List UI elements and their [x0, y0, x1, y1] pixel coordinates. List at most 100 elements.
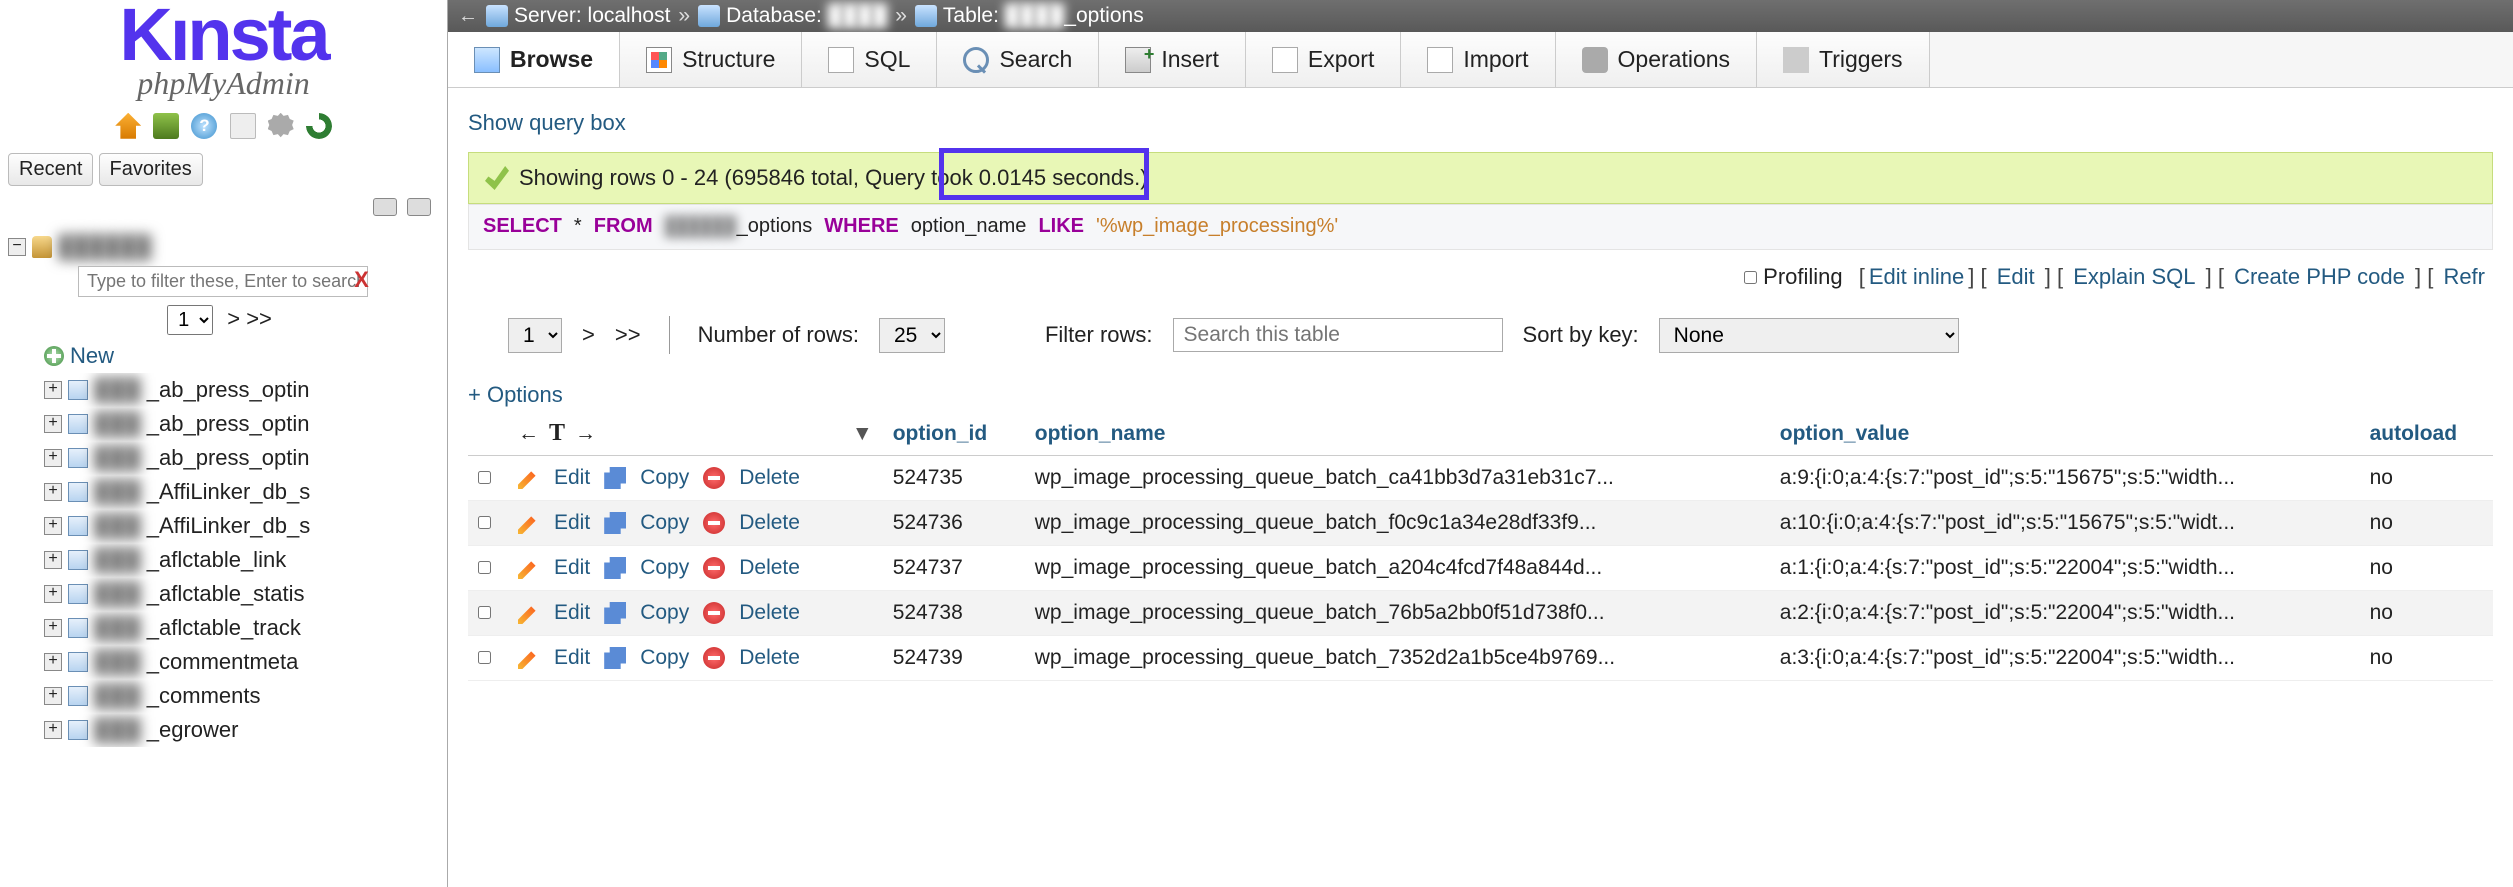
tab-export[interactable]: Export	[1246, 32, 1401, 87]
table-node[interactable]: +███_comments	[44, 679, 439, 713]
table-name[interactable]: _ab_press_optin	[147, 445, 310, 471]
back-arrow-icon[interactable]: ←	[458, 5, 478, 28]
logout-icon[interactable]	[153, 113, 179, 139]
tree-page-select[interactable]: 1	[167, 305, 213, 335]
copy-row-link[interactable]: Copy	[640, 601, 689, 625]
copy-row-link[interactable]: Copy	[640, 556, 689, 580]
tab-import[interactable]: Import	[1401, 32, 1555, 87]
expand-icon[interactable]: +	[44, 721, 62, 739]
expand-icon[interactable]: +	[44, 687, 62, 705]
table-name[interactable]: _aflctable_track	[147, 615, 301, 641]
col-option-name[interactable]: option_name	[1025, 412, 1770, 456]
edit-row-link[interactable]: Edit	[554, 466, 590, 490]
row-checkbox[interactable]	[478, 651, 491, 664]
recent-tab[interactable]: Recent	[8, 153, 93, 186]
create-php-link[interactable]: Create PHP code	[2234, 264, 2405, 289]
edit-inline-link[interactable]: Edit inline	[1869, 264, 1964, 289]
table-node[interactable]: +███_aflctable_track	[44, 611, 439, 645]
edit-row-link[interactable]: Edit	[554, 511, 590, 535]
next-page-button[interactable]: >	[582, 322, 595, 348]
table-node[interactable]: +███_aflctable_link	[44, 543, 439, 577]
edit-row-link[interactable]: Edit	[554, 556, 590, 580]
filter-rows-input[interactable]	[1173, 318, 1503, 352]
minus-icon[interactable]: −	[8, 238, 26, 256]
table-node[interactable]: +███_aflctable_statis	[44, 577, 439, 611]
database-name[interactable]: ████	[828, 4, 888, 27]
delete-row-link[interactable]: Delete	[739, 466, 800, 490]
table-suffix[interactable]: _options	[1064, 4, 1143, 27]
tab-search[interactable]: Search	[937, 32, 1099, 87]
table-name[interactable]: _egrower	[147, 717, 239, 743]
link-icon[interactable]	[407, 198, 431, 216]
row-checkbox[interactable]	[478, 561, 491, 574]
docs-icon[interactable]	[191, 113, 217, 139]
expand-icon[interactable]: +	[44, 449, 62, 467]
table-node[interactable]: +███_commentmeta	[44, 645, 439, 679]
table-node[interactable]: +███_AffiLinker_db_s	[44, 509, 439, 543]
favorites-tab[interactable]: Favorites	[99, 153, 203, 186]
expand-icon[interactable]: +	[44, 653, 62, 671]
tab-sql[interactable]: SQL	[802, 32, 937, 87]
table-node[interactable]: +███_AffiLinker_db_s	[44, 475, 439, 509]
table-name[interactable]: _AffiLinker_db_s	[147, 479, 311, 505]
tab-structure[interactable]: Structure	[620, 32, 802, 87]
copy-row-link[interactable]: Copy	[640, 511, 689, 535]
row-checkbox[interactable]	[478, 606, 491, 619]
tab-insert[interactable]: Insert	[1099, 32, 1246, 87]
last-page-button[interactable]: >>	[615, 322, 641, 348]
table-name[interactable]: _ab_press_optin	[147, 411, 310, 437]
new-table-label[interactable]: New	[70, 343, 114, 369]
table-node[interactable]: +███_ab_press_optin	[44, 441, 439, 475]
row-checkbox[interactable]	[478, 471, 491, 484]
toggle-column-icon[interactable]	[549, 420, 565, 447]
sort-indicator-icon[interactable]: ▼	[852, 422, 873, 446]
table-name[interactable]: _comments	[147, 683, 261, 709]
table-name[interactable]: _aflctable_link	[147, 547, 286, 573]
expand-icon[interactable]: +	[44, 415, 62, 433]
numrows-select[interactable]: 25	[879, 318, 945, 353]
expand-icon[interactable]: +	[44, 619, 62, 637]
server-value[interactable]: localhost	[588, 4, 671, 27]
expand-icon[interactable]: +	[44, 517, 62, 535]
options-toggle-link[interactable]: + Options	[468, 382, 563, 408]
new-table-node[interactable]: New	[44, 339, 439, 373]
page-number-select[interactable]: 1	[508, 318, 562, 353]
sql-doc-icon[interactable]	[230, 113, 256, 139]
table-name[interactable]: _commentmeta	[147, 649, 299, 675]
col-autoload[interactable]: autoload	[2360, 412, 2493, 456]
delete-row-link[interactable]: Delete	[739, 511, 800, 535]
tree-filter-input[interactable]	[78, 266, 368, 297]
delete-row-link[interactable]: Delete	[739, 646, 800, 670]
row-checkbox[interactable]	[478, 516, 491, 529]
db-root-node[interactable]: − ██████	[8, 232, 439, 262]
show-query-box-link[interactable]: Show query box	[468, 110, 626, 136]
refresh-link[interactable]: Refr	[2443, 264, 2485, 289]
collapse-icon[interactable]	[373, 198, 397, 216]
tree-page-next[interactable]: > >>	[227, 306, 272, 331]
table-node[interactable]: +███_ab_press_optin	[44, 373, 439, 407]
explain-sql-link[interactable]: Explain SQL	[2073, 264, 2195, 289]
arrow-right-icon[interactable]	[575, 422, 596, 446]
expand-icon[interactable]: +	[44, 551, 62, 569]
tab-operations[interactable]: Operations	[1556, 32, 1758, 87]
database-name[interactable]: ██████	[58, 234, 152, 260]
table-node[interactable]: +███_ab_press_optin	[44, 407, 439, 441]
arrow-left-icon[interactable]	[518, 422, 539, 446]
reload-icon[interactable]	[306, 113, 332, 139]
table-name[interactable]: _AffiLinker_db_s	[147, 513, 311, 539]
table-node[interactable]: +███_egrower	[44, 713, 439, 747]
table-name[interactable]: _aflctable_statis	[147, 581, 305, 607]
expand-icon[interactable]: +	[44, 483, 62, 501]
home-icon[interactable]	[115, 113, 141, 139]
sort-by-key-select[interactable]: None	[1659, 318, 1959, 353]
edit-row-link[interactable]: Edit	[554, 646, 590, 670]
edit-link[interactable]: Edit	[1997, 264, 2035, 289]
tab-triggers[interactable]: Triggers	[1757, 32, 1930, 87]
delete-row-link[interactable]: Delete	[739, 556, 800, 580]
table-name[interactable]: _ab_press_optin	[147, 377, 310, 403]
col-option-value[interactable]: option_value	[1770, 412, 2360, 456]
settings-icon[interactable]	[268, 113, 294, 139]
table-prefix[interactable]: ████	[1005, 4, 1065, 27]
expand-icon[interactable]: +	[44, 585, 62, 603]
copy-row-link[interactable]: Copy	[640, 646, 689, 670]
